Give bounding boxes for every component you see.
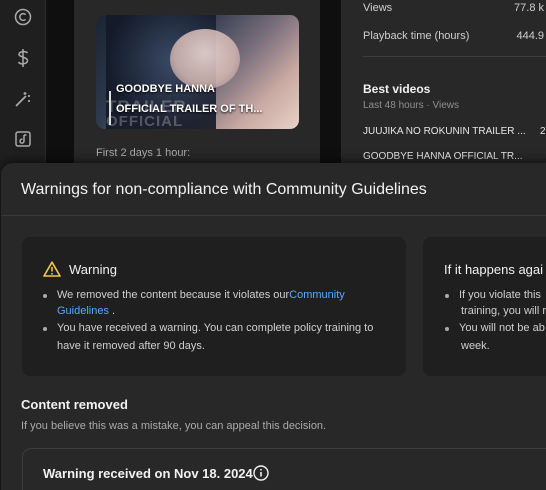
again-panel-heading: If it happens agai xyxy=(444,262,544,277)
audio-library-icon[interactable] xyxy=(13,129,33,149)
studio-page: TRAILER OFFICIAL GOODBYE HANNA OFFICIAL … xyxy=(0,0,546,490)
content-removed-subtitle: If you believe this was a mistake, you c… xyxy=(21,420,327,432)
info-icon[interactable] xyxy=(253,465,269,481)
warning-bullet2-line1: You have received a warning. You can com… xyxy=(57,322,374,334)
warning-bullet1-line2: Guidelines . xyxy=(57,305,115,317)
views-value: 77.8 k xyxy=(514,2,544,14)
playback-label: Playback time (hours) xyxy=(363,30,470,42)
warning-triangle-icon xyxy=(43,261,61,277)
dialog-divider xyxy=(1,215,546,216)
bullet xyxy=(43,327,47,331)
bullet xyxy=(445,294,449,298)
warning-received-title: Warning received on Nov 18. 2024 xyxy=(43,466,253,481)
warning-bullet2-line2: have it removed after 90 days. xyxy=(57,340,205,352)
community-guidelines-link-cont[interactable]: Guidelines xyxy=(57,305,109,317)
thumbnail-title-line2: OFFICIAL TRAILER OF TH... xyxy=(116,103,263,115)
bullet xyxy=(445,327,449,331)
warning-panel-heading: Warning xyxy=(69,262,117,277)
thumbnail-art-face xyxy=(170,29,240,89)
again-bullet1-line2: training, you will r xyxy=(461,305,546,317)
best-videos-subtitle: Last 48 hours · Views xyxy=(363,100,459,111)
again-bullet2-line1: You will not be ab xyxy=(459,322,545,334)
first-days-label: First 2 days 1 hour: xyxy=(96,147,191,159)
dialog-title: Warnings for non-compliance with Communi… xyxy=(21,181,427,198)
thumbnail-title-line1: GOODBYE HANNA xyxy=(116,83,216,95)
best-video-item[interactable]: JUUJIKA NO ROKUNIN TRAILER ... xyxy=(363,126,526,137)
again-bullet2-line2: week. xyxy=(461,340,490,352)
bullet xyxy=(43,294,47,298)
dollar-icon[interactable] xyxy=(13,48,33,68)
again-bullet1-line1: If you violate this xyxy=(459,289,541,301)
warning-bullet1-suffix: . xyxy=(108,305,116,317)
magic-wand-icon[interactable] xyxy=(13,89,33,109)
playback-value: 444.9 xyxy=(516,30,544,42)
warning-bullet1-text: We removed the content because it violat… xyxy=(57,289,290,301)
copyright-icon[interactable] xyxy=(13,7,33,27)
best-video-value: 2 xyxy=(540,126,546,137)
thumbnail-bg-word-2: OFFICIAL xyxy=(106,113,184,129)
community-guidelines-link[interactable]: Community xyxy=(289,289,345,301)
best-video-item[interactable]: GOODBYE HANNA OFFICIAL TR... xyxy=(363,151,522,162)
views-label: Views xyxy=(363,2,393,14)
thumbnail-accent-bar xyxy=(109,91,111,125)
stats-divider xyxy=(363,56,546,57)
best-videos-title: Best videos xyxy=(363,82,431,96)
warning-bullet1-line1: We removed the content because it violat… xyxy=(57,289,345,301)
video-thumbnail[interactable]: TRAILER OFFICIAL GOODBYE HANNA OFFICIAL … xyxy=(96,15,299,129)
content-removed-title: Content removed xyxy=(21,397,128,412)
